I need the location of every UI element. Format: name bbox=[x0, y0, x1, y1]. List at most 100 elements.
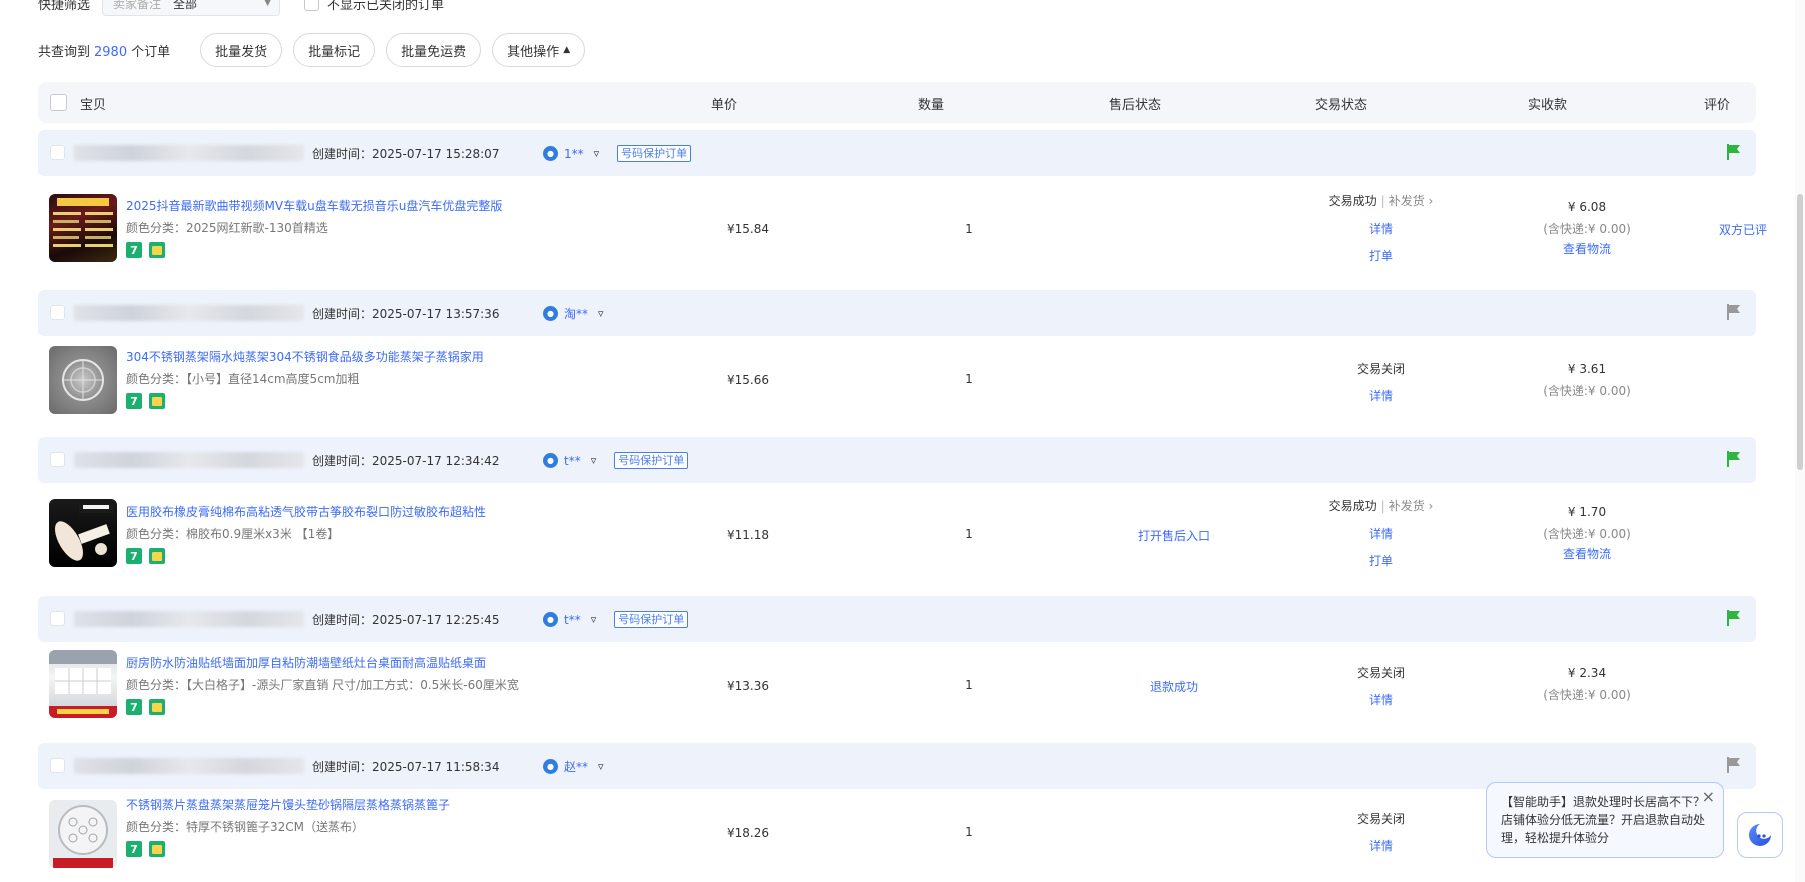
product-thumbnail[interactable] bbox=[49, 650, 117, 718]
view-logistics-link[interactable]: 查看物流 bbox=[1512, 240, 1662, 257]
product-sku: 颜色分类：2025网红新歌-130首精选 bbox=[126, 221, 328, 235]
divider: | bbox=[1380, 194, 1385, 208]
flag-icon[interactable] bbox=[1726, 609, 1742, 627]
service-badges: 7 bbox=[126, 242, 165, 258]
product-thumbnail[interactable] bbox=[49, 499, 117, 567]
product-thumbnail[interactable] bbox=[49, 194, 117, 262]
shopping-bag-icon bbox=[149, 242, 165, 258]
hide-closed-checkbox-box[interactable] bbox=[304, 0, 320, 11]
smart-assistant-button[interactable] bbox=[1737, 812, 1783, 858]
service-badges: 7 bbox=[126, 393, 165, 409]
detail-link[interactable]: 详情 bbox=[1306, 220, 1456, 237]
batch-mark-button[interactable]: 批量标记 bbox=[293, 33, 376, 67]
shopping-bag-icon bbox=[149, 841, 165, 857]
header-rating: 评价 bbox=[1704, 98, 1731, 113]
wangwang-icon[interactable]: ● bbox=[543, 146, 558, 161]
filter-funnel-icon[interactable]: ▿ bbox=[591, 613, 597, 626]
filter-funnel-icon[interactable]: ▿ bbox=[598, 760, 604, 773]
filter-funnel-icon[interactable]: ▿ bbox=[594, 147, 600, 160]
resend-link[interactable]: 补发货 › bbox=[1389, 194, 1434, 208]
service-badges: 7 bbox=[126, 841, 165, 857]
seller-note-select[interactable]: 卖家备注 全部 ▼ bbox=[102, 0, 281, 16]
wangwang-icon[interactable]: ● bbox=[543, 453, 558, 468]
order-checkbox[interactable] bbox=[50, 305, 65, 320]
shipping-fee: (含快递:¥ 0.00) bbox=[1543, 527, 1631, 541]
product-thumbnail[interactable] bbox=[49, 346, 117, 414]
wangwang-icon[interactable]: ● bbox=[543, 306, 558, 321]
wangwang-icon[interactable]: ● bbox=[543, 612, 558, 627]
select-all-checkbox[interactable] bbox=[50, 94, 67, 111]
order-item-row: 2025抖音最新歌曲带视频MV车载u盘车载无损音乐u盘汽车优盘完整版 颜色分类：… bbox=[38, 176, 1767, 282]
batch-ship-button[interactable]: 批量发货 bbox=[200, 33, 283, 67]
product-sku: 颜色分类：特厚不锈钢篦子32CM（送蒸布） bbox=[126, 820, 365, 834]
order-group-header: 创建时间：2025-07-17 12:34:42 ● t** ▿ 号码保护订单 bbox=[38, 437, 1756, 483]
product-title-link[interactable]: 医用胶布橡皮膏纯棉布高粘透气胶带古筝胶布裂口防过敏胶布超粘性 bbox=[126, 503, 486, 520]
order-group: 创建时间：2025-07-17 12:25:45 ● t** ▿ 号码保护订单 … bbox=[38, 596, 1756, 744]
open-after-sale-link[interactable]: 打开售后入口 bbox=[1099, 527, 1249, 544]
unit-price: ¥11.18 bbox=[727, 528, 769, 542]
number-protect-tag: 号码保护订单 bbox=[614, 452, 689, 469]
shipping-fee: (含快递:¥ 0.00) bbox=[1543, 688, 1631, 702]
flag-icon[interactable] bbox=[1726, 303, 1742, 321]
buyer-info: ● t** ▿ 号码保护订单 bbox=[543, 452, 689, 469]
filter-funnel-icon[interactable]: ▿ bbox=[591, 454, 597, 467]
other-actions-button[interactable]: 其他操作 ▲ bbox=[492, 33, 586, 67]
wangwang-icon[interactable]: ● bbox=[543, 759, 558, 774]
product-title-link[interactable]: 304不锈钢蒸架隔水炖蒸架304不锈钢食品级多功能蒸架子蒸锅家用 bbox=[126, 348, 484, 365]
filter-funnel-icon[interactable]: ▿ bbox=[598, 307, 604, 320]
buyer-name[interactable]: 赵** bbox=[564, 758, 588, 775]
close-icon[interactable]: × bbox=[1702, 788, 1715, 806]
unit-price: ¥18.26 bbox=[727, 826, 769, 840]
product-thumbnail[interactable] bbox=[49, 800, 117, 868]
product-title-link[interactable]: 厨房防水防油贴纸墙面加厚自粘防潮墙壁纸灶台桌面耐高温贴纸桌面 bbox=[126, 654, 486, 671]
print-order-link[interactable]: 打单 bbox=[1306, 552, 1456, 569]
page-scrollbar[interactable] bbox=[1795, 0, 1805, 882]
product-sku: 颜色分类：【大白格子】-源头厂家直销 尺寸/加工方式：0.5米长-60厘米宽 bbox=[126, 678, 519, 692]
print-order-link[interactable]: 打单 bbox=[1306, 247, 1456, 264]
detail-link[interactable]: 详情 bbox=[1306, 525, 1456, 542]
order-checkbox[interactable] bbox=[50, 611, 65, 626]
order-checkbox[interactable] bbox=[50, 452, 65, 467]
hide-closed-checkbox[interactable]: 不显示已关闭的订单 bbox=[304, 0, 444, 13]
seller-note-value: 全部 bbox=[173, 0, 198, 11]
detail-link[interactable]: 详情 bbox=[1306, 387, 1456, 404]
flag-icon[interactable] bbox=[1726, 756, 1742, 774]
order-checkbox[interactable] bbox=[50, 758, 65, 773]
created-time: 创建时间：2025-07-17 12:34:42 bbox=[312, 454, 500, 468]
order-checkbox[interactable] bbox=[50, 145, 65, 160]
resend-link[interactable]: 补发货 › bbox=[1389, 499, 1434, 513]
flag-icon[interactable] bbox=[1726, 450, 1742, 468]
product-title-link[interactable]: 2025抖音最新歌曲带视频MV车载u盘车载无损音乐u盘汽车优盘完整版 bbox=[126, 197, 502, 214]
refund-success-link[interactable]: 退款成功 bbox=[1099, 678, 1249, 695]
order-group-header: 创建时间：2025-07-17 15:28:07 ● 1** ▿ 号码保护订单 bbox=[38, 130, 1756, 176]
batch-free-shipping-button[interactable]: 批量免运费 bbox=[386, 33, 482, 67]
product-title-link[interactable]: 不锈钢蒸片蒸盘蒸架蒸屉笼片馒头垫砂锅隔层蒸格蒸锅蒸篦子 bbox=[126, 796, 450, 813]
created-time: 创建时间：2025-07-17 13:57:36 bbox=[312, 307, 500, 321]
seven-day-return-icon: 7 bbox=[126, 841, 142, 857]
order-item-row: 厨房防水防油贴纸墙面加厚自粘防潮墙壁纸灶台桌面耐高温贴纸桌面 颜色分类：【大白格… bbox=[38, 642, 1756, 744]
trade-status-cell: 交易成功 | 补发货 › 详情 打单 bbox=[1306, 497, 1456, 569]
seven-day-return-icon: 7 bbox=[126, 699, 142, 715]
product-sku: 颜色分类：棉胶布0.9厘米x3米 【1卷】 bbox=[126, 527, 340, 541]
order-group-header: 创建时间：2025-07-17 12:25:45 ● t** ▿ 号码保护订单 bbox=[38, 596, 1756, 642]
scrollbar-thumb[interactable] bbox=[1797, 194, 1803, 470]
detail-link[interactable]: 详情 bbox=[1306, 837, 1456, 854]
seller-note-placeholder: 卖家备注 bbox=[113, 0, 162, 11]
buyer-info: ● 淘** ▿ bbox=[543, 305, 604, 322]
buyer-name[interactable]: t** bbox=[564, 613, 581, 627]
buyer-name[interactable]: t** bbox=[564, 454, 581, 468]
view-logistics-link[interactable]: 查看物流 bbox=[1512, 545, 1662, 562]
trade-status: 交易关闭 bbox=[1356, 812, 1405, 826]
quantity: 1 bbox=[965, 527, 973, 541]
header-trade-status: 交易状态 bbox=[1315, 98, 1368, 113]
buyer-name[interactable]: 淘** bbox=[564, 305, 588, 322]
detail-link[interactable]: 详情 bbox=[1306, 691, 1456, 708]
buyer-name[interactable]: 1** bbox=[564, 147, 584, 161]
rating-status[interactable]: 双方已评 bbox=[1668, 221, 1805, 238]
service-badges: 7 bbox=[126, 548, 165, 564]
divider: | bbox=[1380, 499, 1385, 513]
flag-icon[interactable] bbox=[1726, 143, 1742, 161]
order-number-blurred bbox=[74, 611, 304, 627]
paid-amount: ¥ 3.61 bbox=[1567, 362, 1607, 376]
order-count-number: 2980 bbox=[94, 44, 128, 60]
